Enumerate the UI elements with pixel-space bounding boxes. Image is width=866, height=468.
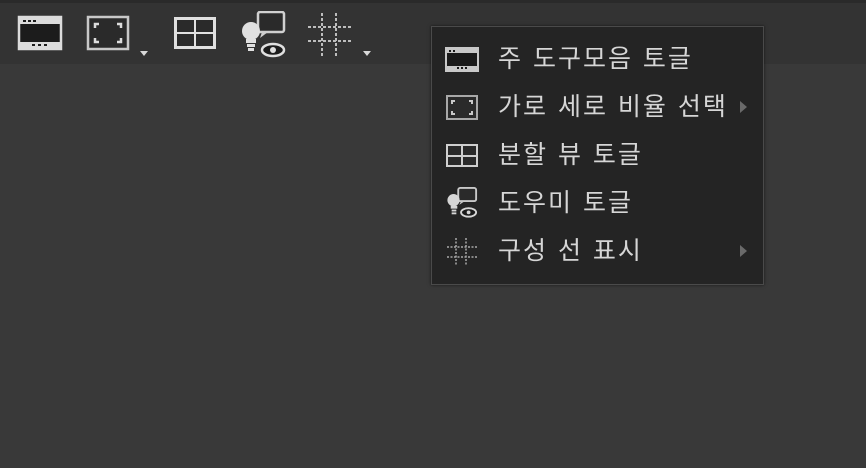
- aspect-ratio-button[interactable]: [84, 11, 154, 61]
- split-view-icon: [174, 17, 216, 49]
- main-toolbar-icon: [445, 47, 479, 72]
- menu-item-helper-toggle[interactable]: 도우미 토글: [432, 179, 763, 225]
- menu-item-label: 구성 선 표시: [498, 236, 643, 265]
- menu-item-label: 도우미 토글: [498, 188, 633, 217]
- menu-item-aspect-ratio[interactable]: 가로 세로 비율 선택: [432, 83, 763, 129]
- aspect-ratio-icon: [446, 95, 478, 120]
- composition-lines-button[interactable]: [306, 11, 376, 61]
- view-options-menu: 주 도구모음 토글 가로 세로 비율 선택 분할 뷰 토글 도우미 토글 구성 …: [431, 26, 764, 285]
- helper-icon: [447, 187, 478, 218]
- composition-lines-dropdown-arrow-icon: [363, 51, 371, 56]
- helper-toggle-button[interactable]: [238, 11, 290, 61]
- menu-item-label: 분할 뷰 토글: [498, 140, 643, 169]
- submenu-arrow-icon: [740, 101, 747, 113]
- composition-lines-icon: [447, 238, 477, 266]
- aspect-ratio-icon: [86, 15, 130, 51]
- main-toolbar-toggle-button[interactable]: [16, 11, 66, 61]
- menu-item-main-toolbar-toggle[interactable]: 주 도구모음 토글: [432, 35, 763, 81]
- menu-item-composition-lines[interactable]: 구성 선 표시: [432, 227, 763, 273]
- composition-lines-icon: [308, 13, 352, 57]
- split-view-toggle-button[interactable]: [170, 11, 220, 61]
- split-view-icon: [446, 144, 478, 167]
- menu-item-label: 주 도구모음 토글: [498, 44, 693, 73]
- menu-item-label: 가로 세로 비율 선택: [498, 92, 728, 121]
- menu-item-split-view-toggle[interactable]: 분할 뷰 토글: [432, 131, 763, 177]
- submenu-arrow-icon: [740, 245, 747, 257]
- main-toolbar-icon: [17, 15, 63, 51]
- aspect-ratio-dropdown-arrow-icon: [140, 51, 148, 56]
- helper-icon: [242, 11, 286, 58]
